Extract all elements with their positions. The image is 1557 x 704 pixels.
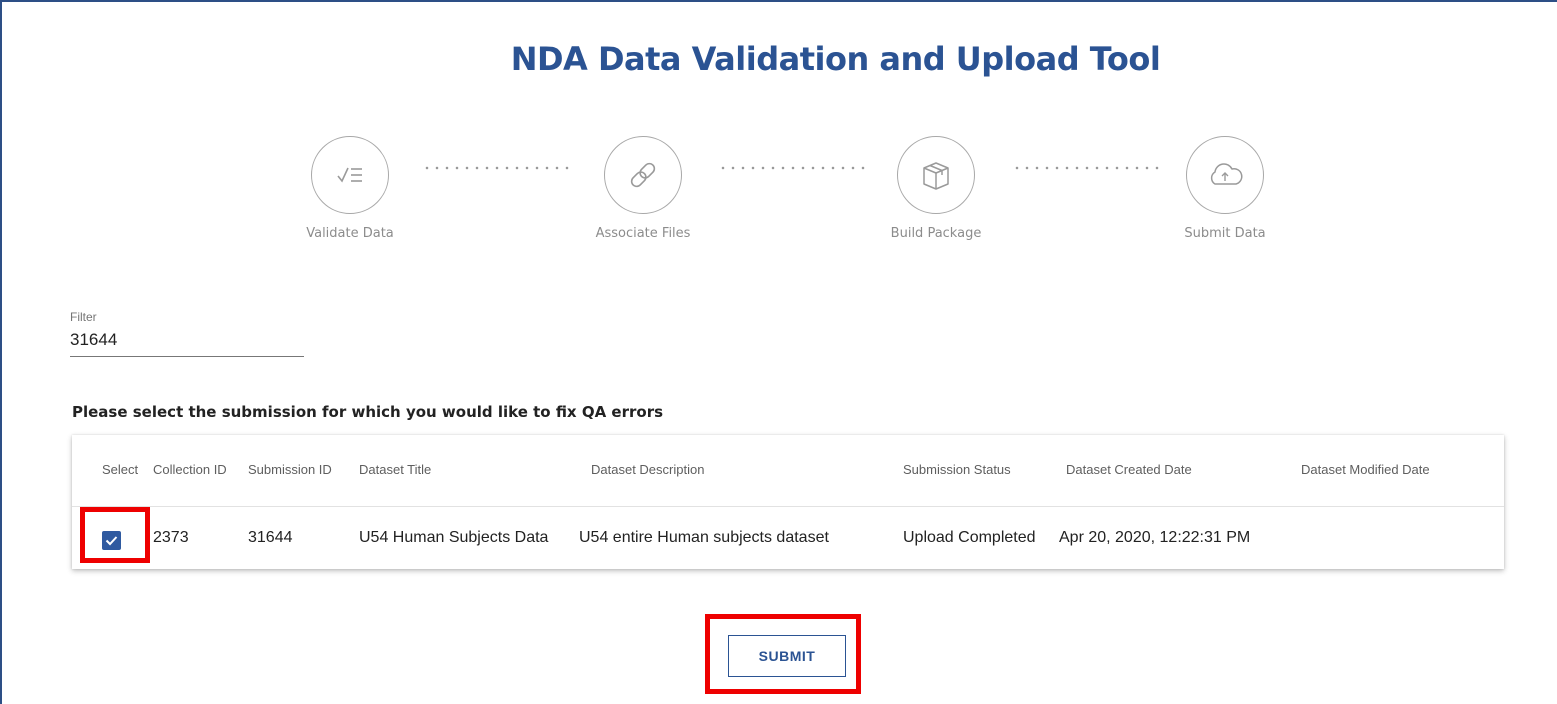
step-connector (1012, 166, 1162, 170)
column-header: Dataset Description (591, 462, 705, 477)
collection-id: 2373 (153, 529, 189, 546)
step-label: Build Package (890, 226, 982, 241)
dataset-description: U54 entire Human subjects dataset (579, 529, 829, 546)
checkmark-icon (105, 536, 118, 546)
cloud-upload-icon (1186, 136, 1264, 214)
table-row[interactable]: 2373 31644 U54 Human Subjects Data U54 e… (72, 507, 1504, 569)
step-submit-data[interactable]: Submit Data (1145, 136, 1305, 241)
submission-id: 31644 (248, 529, 293, 546)
column-header: Submission ID (248, 462, 332, 477)
filter-label: Filter (70, 310, 97, 324)
column-header: Dataset Created Date (1066, 462, 1192, 477)
submissions-table: Select Collection ID Submission ID Datas… (72, 435, 1504, 569)
dataset-created-date: Apr 20, 2020, 12:22:31 PM (1059, 529, 1251, 546)
step-connector (718, 166, 868, 170)
column-header: Dataset Modified Date (1301, 462, 1430, 477)
select-checkbox[interactable] (102, 531, 121, 550)
step-validate-data[interactable]: Validate Data (270, 136, 430, 241)
filter-input[interactable]: Filter 31644 (70, 310, 304, 357)
checklist-icon (311, 136, 389, 214)
column-header: Select (102, 462, 139, 477)
submission-status: Upload Completed (903, 529, 1036, 546)
step-build-package[interactable]: Build Package (856, 136, 1016, 241)
app-frame: NDA Data Validation and Upload Tool Vali… (0, 0, 1557, 704)
step-connector (422, 166, 572, 170)
column-header: Dataset Title (359, 462, 432, 477)
step-label: Validate Data (306, 226, 394, 241)
step-label: Submit Data (1184, 226, 1266, 241)
package-icon (897, 136, 975, 214)
filter-value[interactable]: 31644 (70, 330, 304, 350)
page-title: NDA Data Validation and Upload Tool (510, 40, 1161, 78)
step-associate-files[interactable]: Associate Files (563, 136, 723, 241)
column-header: Collection ID (153, 462, 227, 477)
column-header: Submission Status (903, 462, 1011, 477)
link-icon (604, 136, 682, 214)
step-label: Associate Files (595, 226, 691, 241)
instructions-text: Please select the submission for which y… (72, 403, 664, 421)
dataset-title: U54 Human Subjects Data (359, 529, 549, 546)
table-header: Select Collection ID Submission ID Datas… (72, 435, 1504, 507)
submit-button[interactable]: SUBMIT (728, 635, 846, 677)
